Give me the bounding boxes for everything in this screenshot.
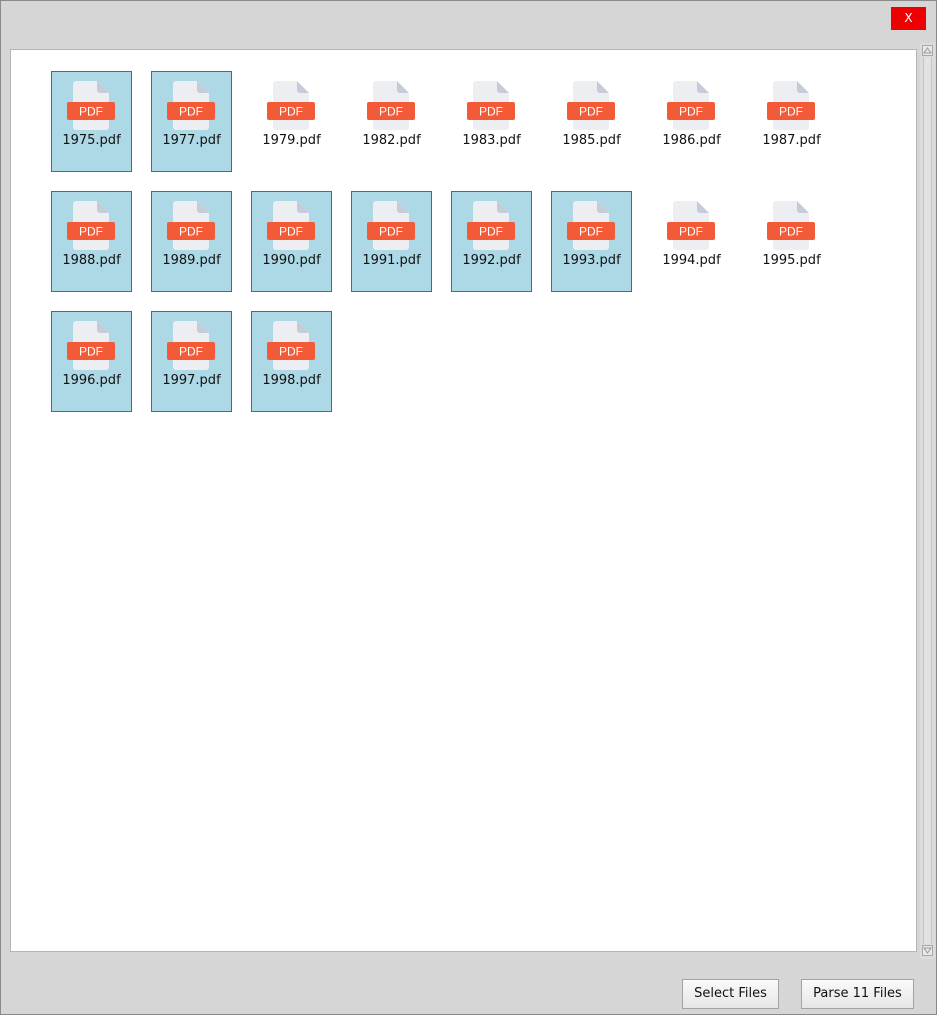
file-item[interactable]: PDF 1988.pdf bbox=[51, 191, 132, 292]
file-name-label: 1988.pdf bbox=[62, 253, 121, 268]
scroll-down-arrow-icon[interactable] bbox=[922, 945, 933, 956]
svg-text:PDF: PDF bbox=[179, 225, 203, 239]
svg-text:PDF: PDF bbox=[779, 105, 803, 119]
file-item[interactable]: PDF 1977.pdf bbox=[151, 71, 232, 172]
file-item[interactable]: PDF 1994.pdf bbox=[651, 191, 732, 292]
vertical-scrollbar[interactable] bbox=[920, 43, 935, 959]
file-item[interactable]: PDF 1997.pdf bbox=[151, 311, 232, 412]
svg-text:PDF: PDF bbox=[679, 225, 703, 239]
svg-text:PDF: PDF bbox=[479, 225, 503, 239]
close-button[interactable]: X bbox=[891, 7, 926, 30]
file-item[interactable]: PDF 1985.pdf bbox=[551, 71, 632, 172]
file-item[interactable]: PDF 1979.pdf bbox=[251, 71, 332, 172]
scroll-up-arrow-icon[interactable] bbox=[922, 45, 933, 56]
file-name-label: 1987.pdf bbox=[762, 133, 821, 148]
svg-text:PDF: PDF bbox=[179, 105, 203, 119]
select-files-button[interactable]: Select Files bbox=[682, 979, 779, 1009]
svg-text:PDF: PDF bbox=[579, 225, 603, 239]
svg-text:PDF: PDF bbox=[179, 345, 203, 359]
file-item[interactable]: PDF 1995.pdf bbox=[751, 191, 832, 292]
svg-text:PDF: PDF bbox=[279, 345, 303, 359]
parse-files-button[interactable]: Parse 11 Files bbox=[801, 979, 914, 1009]
scrollbar-track[interactable] bbox=[923, 57, 932, 944]
svg-text:PDF: PDF bbox=[579, 105, 603, 119]
file-name-label: 1997.pdf bbox=[162, 373, 221, 388]
file-name-label: 1989.pdf bbox=[162, 253, 221, 268]
svg-text:PDF: PDF bbox=[779, 225, 803, 239]
file-name-label: 1998.pdf bbox=[262, 373, 321, 388]
svg-text:PDF: PDF bbox=[79, 345, 103, 359]
svg-text:PDF: PDF bbox=[79, 105, 103, 119]
file-item[interactable]: PDF 1993.pdf bbox=[551, 191, 632, 292]
file-name-label: 1991.pdf bbox=[362, 253, 421, 268]
file-name-label: 1992.pdf bbox=[462, 253, 521, 268]
file-item[interactable]: PDF 1998.pdf bbox=[251, 311, 332, 412]
file-name-label: 1986.pdf bbox=[662, 133, 721, 148]
svg-text:PDF: PDF bbox=[279, 105, 303, 119]
file-item[interactable]: PDF 1996.pdf bbox=[51, 311, 132, 412]
file-name-label: 1983.pdf bbox=[462, 133, 521, 148]
file-name-label: 1982.pdf bbox=[362, 133, 421, 148]
svg-text:PDF: PDF bbox=[379, 105, 403, 119]
file-item[interactable]: PDF 1992.pdf bbox=[451, 191, 532, 292]
svg-text:PDF: PDF bbox=[479, 105, 503, 119]
file-item[interactable]: PDF 1991.pdf bbox=[351, 191, 432, 292]
file-item[interactable]: PDF 1989.pdf bbox=[151, 191, 232, 292]
svg-text:PDF: PDF bbox=[79, 225, 103, 239]
file-name-label: 1990.pdf bbox=[262, 253, 321, 268]
file-item[interactable]: PDF 1975.pdf bbox=[51, 71, 132, 172]
svg-text:PDF: PDF bbox=[379, 225, 403, 239]
file-item[interactable]: PDF 1983.pdf bbox=[451, 71, 532, 172]
file-name-label: 1994.pdf bbox=[662, 253, 721, 268]
svg-text:PDF: PDF bbox=[679, 105, 703, 119]
file-list-panel: PDF 1975.pdf PDF 1977.pdf PDF 1979.pdf PDF 1982… bbox=[10, 49, 917, 952]
file-grid: PDF 1975.pdf PDF 1977.pdf PDF 1979.pdf PDF 1982… bbox=[51, 71, 832, 412]
file-name-label: 1996.pdf bbox=[62, 373, 121, 388]
file-item[interactable]: PDF 1982.pdf bbox=[351, 71, 432, 172]
file-item[interactable]: PDF 1986.pdf bbox=[651, 71, 732, 172]
file-name-label: 1979.pdf bbox=[262, 133, 321, 148]
file-picker-window: X PDF 1975.pdf PDF 1977.pdf PDF 1979.pdf PDF 19… bbox=[0, 0, 937, 1015]
file-name-label: 1977.pdf bbox=[162, 133, 221, 148]
file-name-label: 1993.pdf bbox=[562, 253, 621, 268]
file-name-label: 1995.pdf bbox=[762, 253, 821, 268]
file-item[interactable]: PDF 1987.pdf bbox=[751, 71, 832, 172]
svg-text:PDF: PDF bbox=[279, 225, 303, 239]
file-name-label: 1985.pdf bbox=[562, 133, 621, 148]
file-item[interactable]: PDF 1990.pdf bbox=[251, 191, 332, 292]
file-name-label: 1975.pdf bbox=[62, 133, 121, 148]
